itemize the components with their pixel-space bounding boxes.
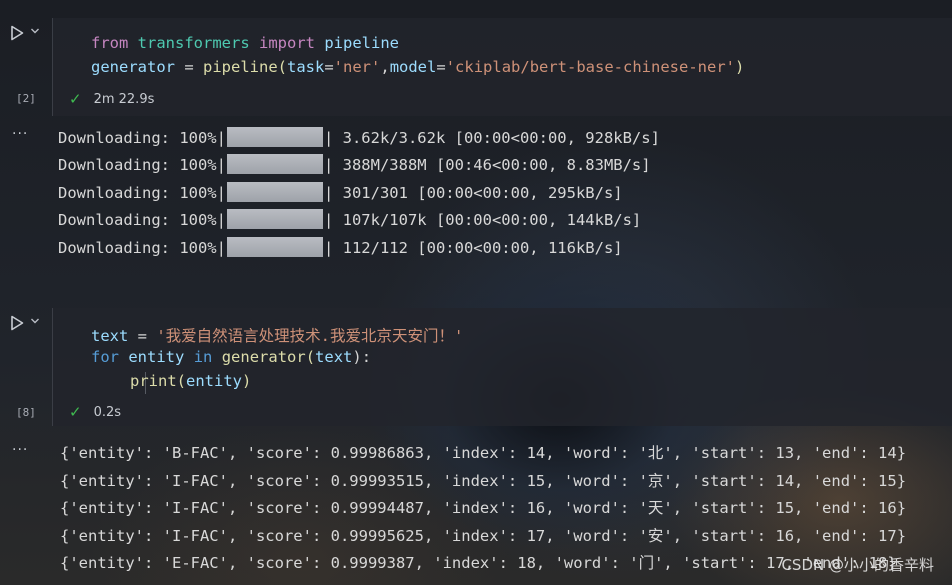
variable-token: generator: [91, 58, 175, 76]
execution-count: [8]: [16, 406, 36, 419]
code-editor[interactable]: text = '我爱自然语言处理技术.我爱北京天安门！' for entity …: [52, 308, 952, 426]
progress-suffix: | 112/112 [00:00<00:00, 116kB/s]: [323, 239, 623, 257]
output-line: Downloading: 100%| | 107k/107k [00:00<00:…: [58, 209, 641, 229]
operator-token: =: [436, 58, 446, 76]
code-line: print(entity): [130, 372, 251, 390]
progress-prefix: Downloading: 100%|: [58, 211, 226, 229]
function-token: generator: [221, 348, 306, 366]
execution-status: ✓ 0.2s: [69, 403, 121, 421]
execution-time: 0.2s: [93, 404, 122, 420]
run-cell-button[interactable]: [8, 314, 26, 332]
progress-suffix: | 3.62k/3.62k [00:00<00:00, 928kB/s]: [323, 129, 660, 147]
progress-bar: [226, 182, 323, 202]
operator-token: =: [128, 327, 157, 345]
watermark: CSDN @小小的香辛料: [781, 556, 934, 574]
progress-bar: [226, 237, 323, 257]
output-line: Downloading: 100%| | 301/301 [00:00<00:00…: [58, 182, 623, 202]
code-line: for entity in generator(text):: [91, 348, 371, 366]
success-check-icon: ✓: [69, 403, 82, 421]
progress-suffix: | 301/301 [00:00<00:00, 295kB/s]: [323, 184, 623, 202]
comma-token: ,: [380, 58, 390, 76]
progress-bar: [226, 209, 323, 229]
progress-suffix: | 107k/107k [00:00<00:00, 144kB/s]: [323, 211, 642, 229]
progress-prefix: Downloading: 100%|: [58, 184, 226, 202]
operator-token: =: [324, 58, 334, 76]
progress-bar: [226, 127, 323, 147]
output-line: Downloading: 100%| | 3.62k/3.62k [00:00<0…: [58, 127, 660, 147]
output-line: {'entity': 'I-FAC', 'score': 0.99994487,…: [60, 499, 907, 517]
param-token: task: [287, 58, 325, 76]
paren-token: ):: [352, 348, 372, 366]
function-token: print: [130, 372, 177, 390]
code-line: from transformers import pipeline: [91, 34, 399, 52]
progress-suffix: | 388M/388M [00:46<00:00, 8.83MB/s]: [323, 156, 651, 174]
output-line: {'entity': 'I-FAC', 'score': 0.99995625,…: [60, 527, 907, 545]
name-token: pipeline: [324, 34, 399, 52]
operator-token: =: [175, 58, 203, 76]
module-token: transformers: [137, 34, 250, 52]
paren-token: ): [242, 372, 252, 390]
function-token: pipeline: [203, 58, 278, 76]
string-token: 'ckiplab/bert-base-chinese-ner': [445, 58, 735, 76]
string-token: 'ner': [333, 58, 381, 76]
output-line: {'entity': 'B-FAC', 'score': 0.99986863,…: [60, 444, 907, 462]
keyword-token: for: [91, 348, 119, 366]
code-line: generator = pipeline(task='ner',model='c…: [91, 58, 744, 76]
play-icon: [11, 315, 24, 331]
progress-bar: [226, 154, 323, 174]
progress-prefix: Downloading: 100%|: [58, 129, 226, 147]
code-line: text = '我爱自然语言处理技术.我爱北京天安门！': [91, 324, 463, 346]
string-token: '我爱自然语言处理技术.我爱北京天安门！': [156, 327, 464, 345]
success-check-icon: ✓: [69, 90, 82, 108]
code-editor[interactable]: from transformers import pipeline genera…: [52, 18, 952, 116]
paren-token: ): [735, 58, 745, 76]
variable-token: text: [91, 327, 129, 345]
progress-prefix: Downloading: 100%|: [58, 156, 226, 174]
output-line: Downloading: 100%| | 388M/388M [00:46<00:…: [58, 154, 651, 174]
run-options-chevron-down-icon[interactable]: [30, 316, 42, 328]
paren-token: (: [305, 348, 316, 366]
output-line: {'entity': 'I-FAC', 'score': 0.99993515,…: [60, 472, 907, 490]
play-icon: [11, 25, 24, 41]
execution-status: ✓ 2m 22.9s: [69, 90, 154, 108]
run-cell-button[interactable]: [8, 24, 26, 42]
execution-count: [2]: [16, 92, 36, 105]
run-options-chevron-down-icon[interactable]: [30, 26, 42, 38]
paren-token: (: [277, 58, 287, 76]
variable-token: text: [315, 348, 353, 366]
keyword-token: in: [193, 348, 213, 366]
output-more-actions-icon[interactable]: ···: [12, 442, 32, 458]
output-line: Downloading: 100%| | 112/112 [00:00<00:00…: [58, 237, 623, 257]
output-line: {'entity': 'E-FAC', 'score': 0.9999387, …: [60, 554, 897, 572]
keyword-token: from: [91, 34, 129, 52]
notebook-view: [2] from transformers import pipeline ge…: [0, 0, 952, 585]
keyword-token: import: [259, 34, 315, 52]
variable-token: entity: [128, 348, 185, 366]
variable-token: entity: [186, 372, 243, 390]
cell-gutter: [2]: [0, 18, 52, 116]
code-cell-1[interactable]: [2] from transformers import pipeline ge…: [0, 18, 952, 116]
cell-output-1: ··· Downloading: 100%| | 3.62k/3.62k [00:…: [0, 122, 952, 272]
paren-token: (: [176, 372, 187, 390]
execution-time: 2m 22.9s: [93, 91, 155, 107]
output-more-actions-icon[interactable]: ···: [12, 126, 32, 142]
progress-prefix: Downloading: 100%|: [58, 239, 226, 257]
code-cell-2[interactable]: [8] text = '我爱自然语言处理技术.我爱北京天安门！' for ent…: [0, 308, 952, 426]
cell-gutter: [8]: [0, 308, 52, 426]
param-token: model: [389, 58, 437, 76]
